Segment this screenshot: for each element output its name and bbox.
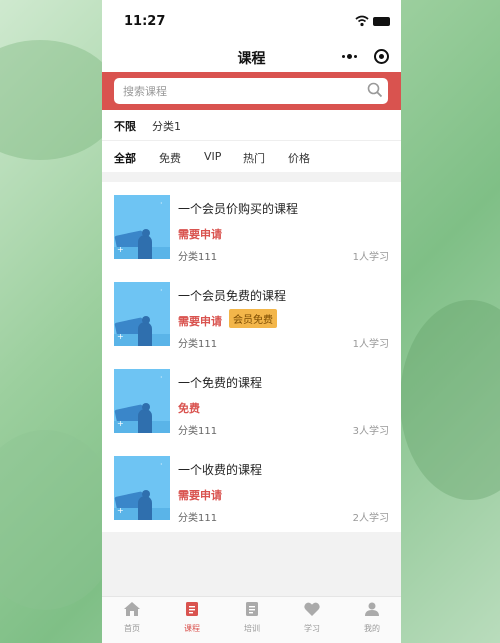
category-item[interactable]: 不限 [114, 118, 136, 134]
battery-icon [373, 17, 390, 26]
wifi-icon [355, 15, 369, 27]
course-item[interactable]: · + 一个免费的课程 免费 分类111 3人学习 [102, 356, 401, 442]
course-learners: 2人学习 [352, 513, 389, 524]
course-category: 分类111 [178, 513, 218, 524]
course-status: 免费 [178, 402, 200, 415]
member-free-badge: 会员免费 [229, 309, 277, 328]
filter-item-all[interactable]: 全部 [114, 150, 136, 166]
filter-item-free[interactable]: 免费 [159, 150, 181, 166]
filter-item-hot[interactable]: 热门 [243, 150, 265, 166]
filter-item-vip[interactable]: VIP [204, 150, 221, 163]
empty-area [102, 532, 401, 596]
tab-label: 学习 [304, 624, 320, 633]
course-learners: 1人学习 [352, 339, 389, 350]
course-category: 分类111 [178, 252, 218, 263]
tab-label: 首页 [124, 624, 140, 633]
heart-icon [304, 602, 320, 616]
status-time: 11:27 [124, 14, 166, 29]
course-title: 一个免费的课程 [178, 376, 263, 390]
course-title: 一个会员价购买的课程 [178, 202, 299, 216]
background-leaf [400, 300, 500, 500]
category-item[interactable]: 分类1 [152, 118, 181, 134]
course-thumbnail: · + [114, 369, 170, 433]
category-filter: 不限 分类1 [102, 110, 401, 141]
course-learners: 1人学习 [352, 252, 389, 263]
tab-label: 我的 [364, 624, 380, 633]
tab-label: 培训 [244, 624, 260, 633]
course-learners: 3人学习 [352, 426, 389, 437]
filter-item-price[interactable]: 价格 [288, 150, 310, 166]
course-title: 一个收费的课程 [178, 463, 263, 477]
course-item[interactable]: · + 一个会员价购买的课程 需要申请 分类111 1人学习 [102, 182, 401, 268]
course-title: 一个会员免费的课程 [178, 289, 287, 303]
tab-profile[interactable]: 我的 [342, 601, 401, 641]
divider [102, 172, 401, 182]
tab-course[interactable]: 课程 [162, 601, 222, 641]
more-icon[interactable] [338, 49, 360, 63]
course-status: 需要申请 [178, 315, 222, 328]
course-item[interactable]: · + 一个收费的课程 需要申请 分类111 2人学习 [102, 443, 401, 529]
course-thumbnail: · + [114, 456, 170, 520]
course-thumbnail: · + [114, 282, 170, 346]
training-icon [246, 602, 258, 616]
search-icon[interactable] [367, 82, 383, 98]
tab-home[interactable]: 首页 [102, 601, 162, 641]
course-category: 分类111 [178, 339, 218, 350]
search-input[interactable]: 搜索课程 [123, 83, 167, 99]
home-icon [124, 602, 140, 616]
profile-icon [365, 602, 379, 616]
course-thumbnail: · + [114, 195, 170, 259]
course-status: 需要申请 [178, 489, 222, 502]
search-bar: 搜索课程 [102, 72, 401, 110]
phone-screen: 11:27 课程 搜索课程 不限 分类1 全部 免费 VIP 热门 价格 · +… [102, 0, 401, 643]
nav-bar: 课程 [102, 44, 401, 72]
close-miniprogram-icon[interactable] [374, 49, 389, 64]
tab-bar: 首页 课程 培训 学习 我的 [102, 596, 401, 643]
course-status: 需要申请 [178, 228, 222, 241]
course-category: 分类111 [178, 426, 218, 437]
course-icon [186, 602, 198, 616]
tab-training[interactable]: 培训 [222, 601, 282, 641]
search-field[interactable]: 搜索课程 [114, 78, 388, 104]
course-item[interactable]: · + 一个会员免费的课程 需要申请 会员免费 分类111 1人学习 [102, 269, 401, 355]
tab-study[interactable]: 学习 [282, 601, 342, 641]
status-bar: 11:27 [102, 0, 401, 44]
sort-filter: 全部 免费 VIP 热门 价格 [102, 140, 401, 172]
tab-label: 课程 [184, 624, 200, 633]
